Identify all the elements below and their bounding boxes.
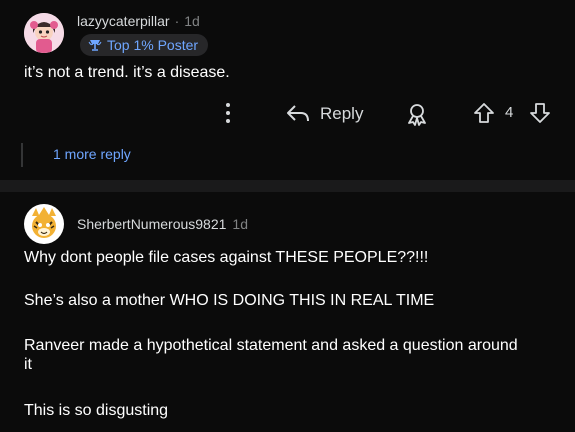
- timestamp: 1d: [232, 216, 248, 232]
- award-icon[interactable]: [405, 102, 429, 126]
- meta-separator: ·: [174, 13, 180, 29]
- reply-button[interactable]: Reply: [286, 102, 363, 126]
- comment-paragraph: This is so disgusting: [24, 402, 169, 419]
- comment-meta: lazyycaterpillar · 1d: [77, 13, 200, 29]
- comments-page: lazyycaterpillar · 1d Top 1% Poster it’s…: [0, 0, 575, 432]
- comment-actions: Reply 4: [0, 98, 575, 130]
- username[interactable]: lazyycaterpillar: [77, 13, 170, 29]
- vote-count: 4: [505, 104, 514, 121]
- downvote-icon[interactable]: [528, 101, 552, 125]
- more-options-icon[interactable]: [218, 102, 238, 124]
- comment-sherbertnumerous9821: SherbertNumerous9821 1d Why dont people …: [0, 192, 575, 432]
- reply-label: Reply: [320, 104, 364, 123]
- comment-lazyycaterpillar: lazyycaterpillar · 1d Top 1% Poster it’s…: [0, 0, 575, 180]
- user-avatar[interactable]: [24, 204, 64, 244]
- comment-body: it’s not a trend. it’s a disease.: [24, 64, 230, 81]
- more-replies-link[interactable]: 1 more reply: [53, 146, 131, 162]
- comment-meta: SherbertNumerous9821 1d: [77, 216, 248, 232]
- top-poster-badge: Top 1% Poster: [80, 34, 209, 56]
- reply-icon: [287, 105, 309, 122]
- timestamp: 1d: [184, 13, 200, 29]
- comment-paragraph: She’s also a mother WHO IS DOING THIS IN…: [24, 292, 435, 309]
- user-avatar[interactable]: [24, 13, 64, 53]
- comment-paragraph: Ranveer made a hypothetical statement an…: [24, 337, 518, 373]
- username[interactable]: SherbertNumerous9821: [77, 216, 226, 232]
- thread-line[interactable]: [21, 143, 23, 167]
- comment-divider: [0, 180, 575, 192]
- badge-label: Top 1% Poster: [107, 37, 199, 53]
- comment-paragraph: Why dont people file cases against THESE…: [24, 249, 429, 266]
- upvote-icon[interactable]: [472, 101, 496, 125]
- trophy-icon: [88, 40, 102, 51]
